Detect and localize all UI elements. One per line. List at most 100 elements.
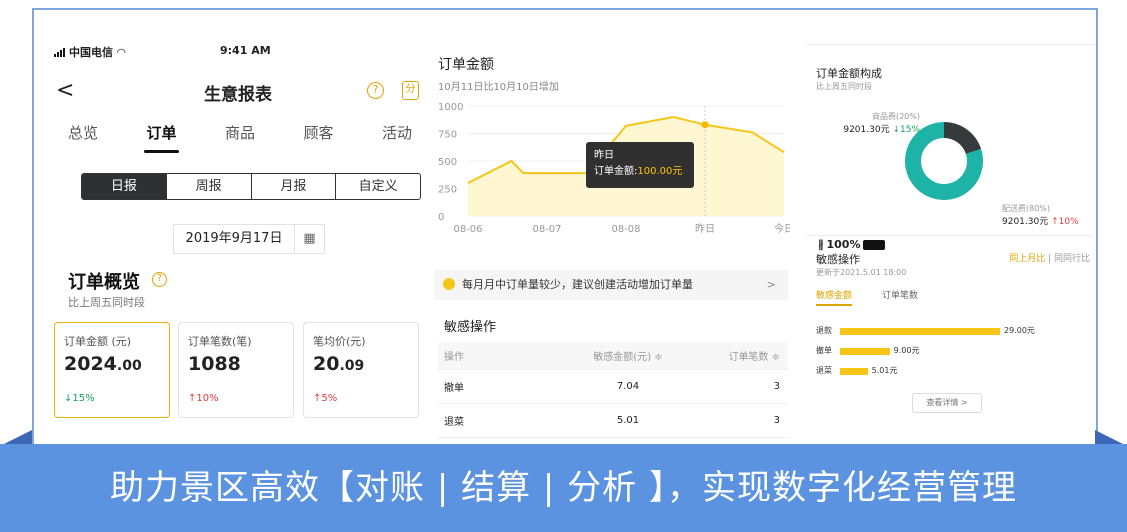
donut-label-delivery: 配送费(80%) 9201.30元 ↑10%: [1002, 203, 1079, 227]
bar-row: 退菜 5.01元: [816, 365, 1076, 377]
sensitive-ops-title: 敏感操作: [444, 320, 497, 335]
promo-banner: 助力景区高效【对账 | 结算 | 分析 】，实现数字化经营管理: [0, 444, 1127, 532]
metric-value: 20.09: [313, 353, 365, 375]
tip-notice[interactable]: 每月月中订单量较少，建议创建活动增加订单量 >: [434, 270, 788, 300]
status-bar: 中国电信 ◠ 9:41 AM ∦ 100%: [46, 44, 1096, 251]
highlight-point: [701, 121, 709, 129]
signal-icon: [54, 47, 65, 57]
metric-label: 笔均价(元): [313, 335, 366, 348]
bar-category: 退款: [816, 326, 832, 335]
bar-category: 退菜: [816, 366, 832, 375]
x-tick-label: 08-07: [532, 224, 561, 235]
composition-subtitle: 比上周五同时段: [816, 82, 872, 91]
wifi-icon: ◠: [117, 45, 126, 59]
overview-title: 订单概览: [68, 272, 140, 293]
composition-panel: 订单金额构成 比上周五同时段 商品费(20%) 9201.30元 ↓15% 配送…: [806, 44, 1092, 444]
donut-label-goods: 商品费(20%) 9201.30元 ↓15%: [830, 111, 920, 135]
compare-last-month[interactable]: 同上月比: [1009, 254, 1045, 264]
metric-change: ↓15%: [64, 393, 95, 404]
bar-row: 撤单 9.00元: [816, 345, 1076, 357]
tab-activities[interactable]: 活动: [374, 122, 420, 143]
x-tick-label: 昨日: [695, 223, 715, 235]
period-monthly[interactable]: 月报: [250, 174, 336, 199]
y-tick-label: 250: [438, 185, 457, 196]
share-icon[interactable]: 分: [402, 81, 419, 100]
help-icon[interactable]: ?: [367, 82, 384, 99]
metric-label: 订单金额 (元): [64, 335, 132, 348]
y-tick-label: 1000: [438, 102, 463, 113]
order-amount-subtitle: 10月11日比10月10日增加: [438, 82, 559, 93]
col-amount[interactable]: 敏感金额(元) ≑: [558, 348, 698, 363]
date-picker[interactable]: 2019年9月17日 ▦: [173, 224, 325, 254]
notice-text: 每月月中订单量较少，建议创建活动增加订单量: [462, 278, 693, 291]
metric-value: 2024.00: [64, 353, 142, 375]
metric-card-average[interactable]: 笔均价(元) 20.09 ↑5%: [303, 322, 419, 418]
period-daily[interactable]: 日报: [82, 174, 166, 199]
period-custom[interactable]: 自定义: [335, 174, 420, 199]
y-tick-label: 0: [438, 212, 444, 223]
table-header: 操作 敏感金额(元) ≑ 订单笔数 ≑: [438, 342, 788, 370]
x-tick-label: 今日: [774, 222, 790, 235]
bar-value: 29.00元: [1004, 326, 1035, 335]
tooltip-label: 昨日: [594, 150, 614, 161]
bar: [840, 328, 1000, 335]
cell-operation: 退菜: [444, 417, 464, 428]
slice-amount: 9201.30元: [1002, 217, 1049, 227]
slice-name: 配送费(80%): [1002, 204, 1051, 213]
cell-count: 3: [773, 381, 780, 392]
mobile-report-panel: 中国电信 ◠ 9:41 AM ∦ 100% < 生意报表 ? 分 总览 订单 商…: [46, 10, 1096, 444]
tooltip-value: 100.00元: [637, 166, 683, 177]
overview-help-icon[interactable]: ?: [152, 272, 167, 287]
compare-toggle: 同上月比 | 同同行比: [1009, 254, 1090, 264]
compare-peers[interactable]: 同同行比: [1054, 254, 1090, 264]
slice-change: ↓15%: [892, 125, 920, 135]
divider: [806, 235, 1092, 236]
order-amount-title: 订单金额: [438, 57, 494, 73]
metric-card-count[interactable]: 订单笔数(笔) 1088 ↑10%: [178, 322, 294, 418]
tab-sensitive-amount[interactable]: 敏感金额: [816, 288, 853, 306]
tab-products[interactable]: 商品: [217, 122, 263, 143]
tooltip-key: 订单金额:: [594, 166, 638, 177]
tab-orders[interactable]: 订单: [138, 122, 184, 153]
bar-category: 撤单: [816, 346, 832, 355]
chevron-right-icon[interactable]: >: [767, 270, 776, 300]
date-value[interactable]: 2019年9月17日: [174, 225, 294, 253]
x-tick-label: 08-06: [453, 224, 482, 235]
order-amount-panel: 订单金额 10月11日比10月10日增加 1000 750 500 250 0 08-06…: [434, 40, 790, 444]
period-weekly[interactable]: 周报: [165, 174, 251, 199]
carrier-label: 中国电信: [69, 46, 113, 59]
bar-row: 退款 29.00元: [816, 325, 1076, 337]
metric-label: 订单笔数(笔): [188, 335, 252, 348]
table-row: 退菜 5.01 3: [438, 404, 788, 438]
metric-change: ↑5%: [313, 393, 338, 404]
lightbulb-icon: [443, 278, 455, 290]
dashboard-frame: 中国电信 ◠ 9:41 AM ∦ 100% < 生意报表 ? 分 总览 订单 商…: [32, 8, 1098, 444]
tab-order-count[interactable]: 订单笔数: [882, 288, 918, 306]
calendar-icon[interactable]: ▦: [294, 225, 324, 253]
slice-amount: 9201.30元: [843, 125, 890, 135]
tab-customers[interactable]: 顾客: [295, 122, 341, 143]
cell-amount: 7.04: [616, 381, 640, 392]
chart-tooltip: 昨日 订单金额:100.00元: [586, 142, 694, 188]
col-count[interactable]: 订单笔数 ≑: [698, 348, 788, 363]
overview-subtitle: 比上周五同时段: [68, 296, 145, 309]
sensitive-ops-table: 操作 敏感金额(元) ≑ 订单笔数 ≑ 撤单 7.04 3 退菜 5.01 3: [438, 342, 788, 438]
bar-value: 5.01元: [871, 366, 898, 375]
sensitive-chart-tabs: 敏感金额 订单笔数: [816, 288, 918, 306]
col-operation: 操作: [444, 352, 464, 363]
nav-bar: < 生意报表 ? 分: [46, 78, 430, 108]
sensitive-chart-updated: 更新于2021.5.01 18:00: [816, 268, 907, 277]
y-tick-label: 750: [438, 130, 457, 141]
metric-card-amount[interactable]: 订单金额 (元) 2024.00 ↓15%: [54, 322, 170, 418]
cell-count: 3: [773, 415, 780, 426]
slice-name: 商品费(20%): [871, 112, 920, 121]
bar-value: 9.00元: [893, 346, 920, 355]
x-tick-label: 08-08: [611, 224, 640, 235]
clock: 9:41 AM: [220, 44, 271, 57]
bar: [840, 368, 868, 375]
sensitive-chart-title: 敏感操作: [816, 253, 860, 266]
view-details-button[interactable]: 查看详情 >: [912, 393, 982, 413]
composition-title: 订单金额构成: [816, 67, 882, 80]
donut-slice: [943, 122, 982, 155]
tab-overview[interactable]: 总览: [60, 122, 106, 143]
